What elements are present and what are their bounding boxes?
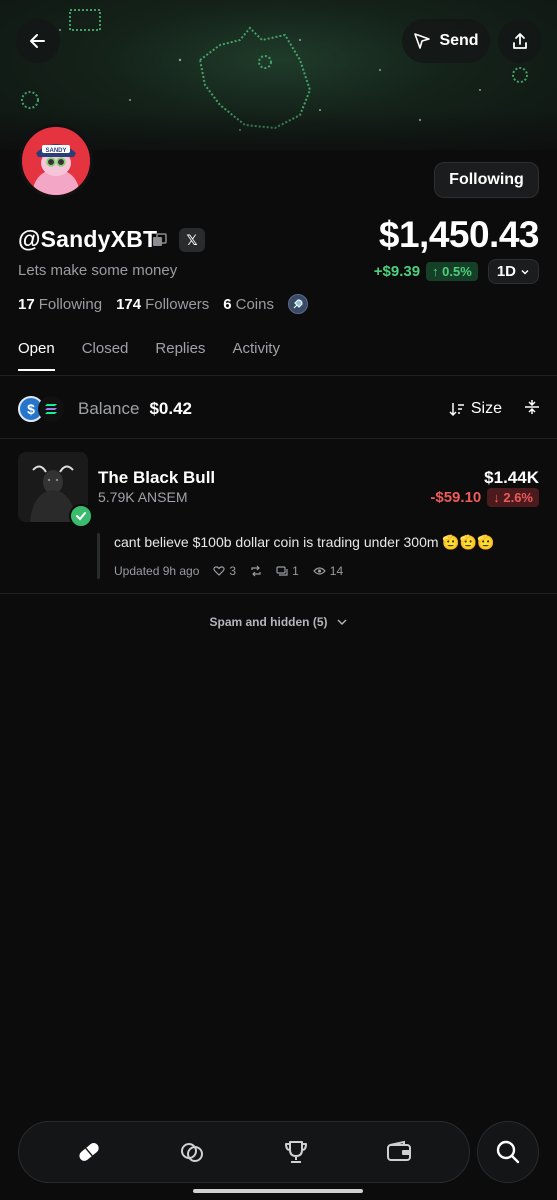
portfolio-change-row: +$9.39 ↑ 0.5% 1D xyxy=(374,259,539,284)
wallet-icon xyxy=(387,1140,412,1161)
like-button[interactable]: 3 xyxy=(213,564,236,578)
period-selector[interactable]: 1D xyxy=(487,259,539,284)
search-button[interactable] xyxy=(477,1121,539,1183)
share-icon xyxy=(513,33,527,49)
profile-tabs: Open Closed Replies Activity xyxy=(18,340,280,371)
heart-icon xyxy=(213,566,226,576)
rocket-icon[interactable] xyxy=(287,294,308,314)
profile-handle: @SandyXBT xyxy=(18,226,158,252)
chevron-down-icon xyxy=(521,269,529,275)
token-amount: 5.79K ANSEM xyxy=(98,489,188,505)
send-icon xyxy=(414,33,431,49)
divider xyxy=(0,375,557,376)
avatar-cap-text: SANDY xyxy=(45,148,66,154)
send-label: Send xyxy=(439,32,479,49)
comments-button[interactable]: 1 xyxy=(276,564,299,578)
following-label: Following xyxy=(38,295,103,313)
like-count: 3 xyxy=(229,564,237,578)
tab-open[interactable]: Open xyxy=(18,340,55,371)
portfolio-change: +$9.39 xyxy=(373,263,421,280)
token-value: $1.44K xyxy=(484,468,539,487)
nav-leaderboard[interactable] xyxy=(273,1129,319,1175)
avatar[interactable]: SANDY xyxy=(19,124,93,198)
portfolio-value: $1,450.43 xyxy=(378,214,540,255)
coins-icon xyxy=(181,1143,204,1162)
search-icon xyxy=(496,1140,520,1164)
tab-closed[interactable]: Closed xyxy=(82,340,129,371)
bottom-nav xyxy=(18,1121,470,1183)
followers-stat[interactable]: 174 Followers xyxy=(116,296,209,313)
x-link-icon[interactable]: 𝕏 xyxy=(179,228,205,252)
nav-home[interactable] xyxy=(66,1129,112,1175)
trophy-icon xyxy=(284,1141,307,1163)
reply-meta: Updated 9h ago 3 1 14 xyxy=(114,564,343,578)
token-change-row: -$59.10 ↓ 2.6% xyxy=(430,488,539,507)
following-button[interactable]: Following xyxy=(434,162,539,198)
reply-thread-line xyxy=(97,533,100,579)
sort-icon xyxy=(449,403,464,417)
divider xyxy=(0,593,557,594)
repost-icon xyxy=(251,565,261,577)
token-change-pct: ↓ 2.6% xyxy=(487,488,539,507)
reply-updated: Updated 9h ago xyxy=(114,564,200,578)
following-count: 17 xyxy=(18,295,35,313)
balance-value: $0.42 xyxy=(149,399,192,418)
balance-label: Balance xyxy=(78,399,140,418)
coins-stat[interactable]: 6 Coins xyxy=(223,296,274,313)
reply-text[interactable]: cant believe $100b dollar coin is tradin… xyxy=(114,534,495,551)
period-label: 1D xyxy=(496,263,516,280)
back-button[interactable] xyxy=(16,19,60,63)
view-count: 14 xyxy=(329,564,344,578)
coins-count: 6 xyxy=(223,295,232,313)
copy-icon[interactable] xyxy=(152,232,168,248)
portfolio-change-pct: ↑ 0.5% xyxy=(426,262,478,281)
token-name: The Black Bull xyxy=(98,468,216,487)
followers-label: Followers xyxy=(145,295,210,313)
eye-icon xyxy=(312,567,326,575)
profile-bio: Lets make some money xyxy=(18,262,178,279)
comment-icon xyxy=(276,566,288,576)
chevron-down-icon xyxy=(337,619,346,625)
send-button[interactable]: Send xyxy=(402,19,490,63)
sort-label: Size xyxy=(470,400,502,417)
avatar-image: SANDY xyxy=(22,127,90,195)
profile-stats: 17 Following 174 Followers 6 Coins xyxy=(18,294,308,314)
balance-row: $ Balance $0.42 Size xyxy=(18,394,540,424)
share-button[interactable] xyxy=(498,19,542,63)
comment-count: 1 xyxy=(292,564,299,578)
compress-icon xyxy=(525,399,539,414)
home-indicator[interactable] xyxy=(193,1189,363,1193)
compress-toggle[interactable] xyxy=(524,399,540,420)
arrow-left-icon xyxy=(30,34,45,48)
divider xyxy=(0,438,557,439)
token-change: -$59.10 xyxy=(430,489,482,506)
verified-icon xyxy=(69,504,93,528)
views-stat: 14 xyxy=(312,564,344,578)
tab-activity[interactable]: Activity xyxy=(232,340,280,371)
spam-hidden-toggle[interactable]: Spam and hidden (5) xyxy=(0,615,557,629)
tab-replies[interactable]: Replies xyxy=(155,340,205,371)
pill-icon xyxy=(79,1143,99,1161)
following-stat[interactable]: 17 Following xyxy=(18,296,102,313)
followers-count: 174 xyxy=(116,295,142,313)
sort-size-button[interactable]: Size xyxy=(449,400,502,418)
nav-coins[interactable] xyxy=(169,1129,215,1175)
coins-label: Coins xyxy=(235,295,274,313)
solana-icon xyxy=(38,396,64,422)
nav-wallet[interactable] xyxy=(376,1129,422,1175)
spam-label: Spam and hidden (5) xyxy=(209,615,328,629)
repost-button[interactable] xyxy=(250,565,262,577)
